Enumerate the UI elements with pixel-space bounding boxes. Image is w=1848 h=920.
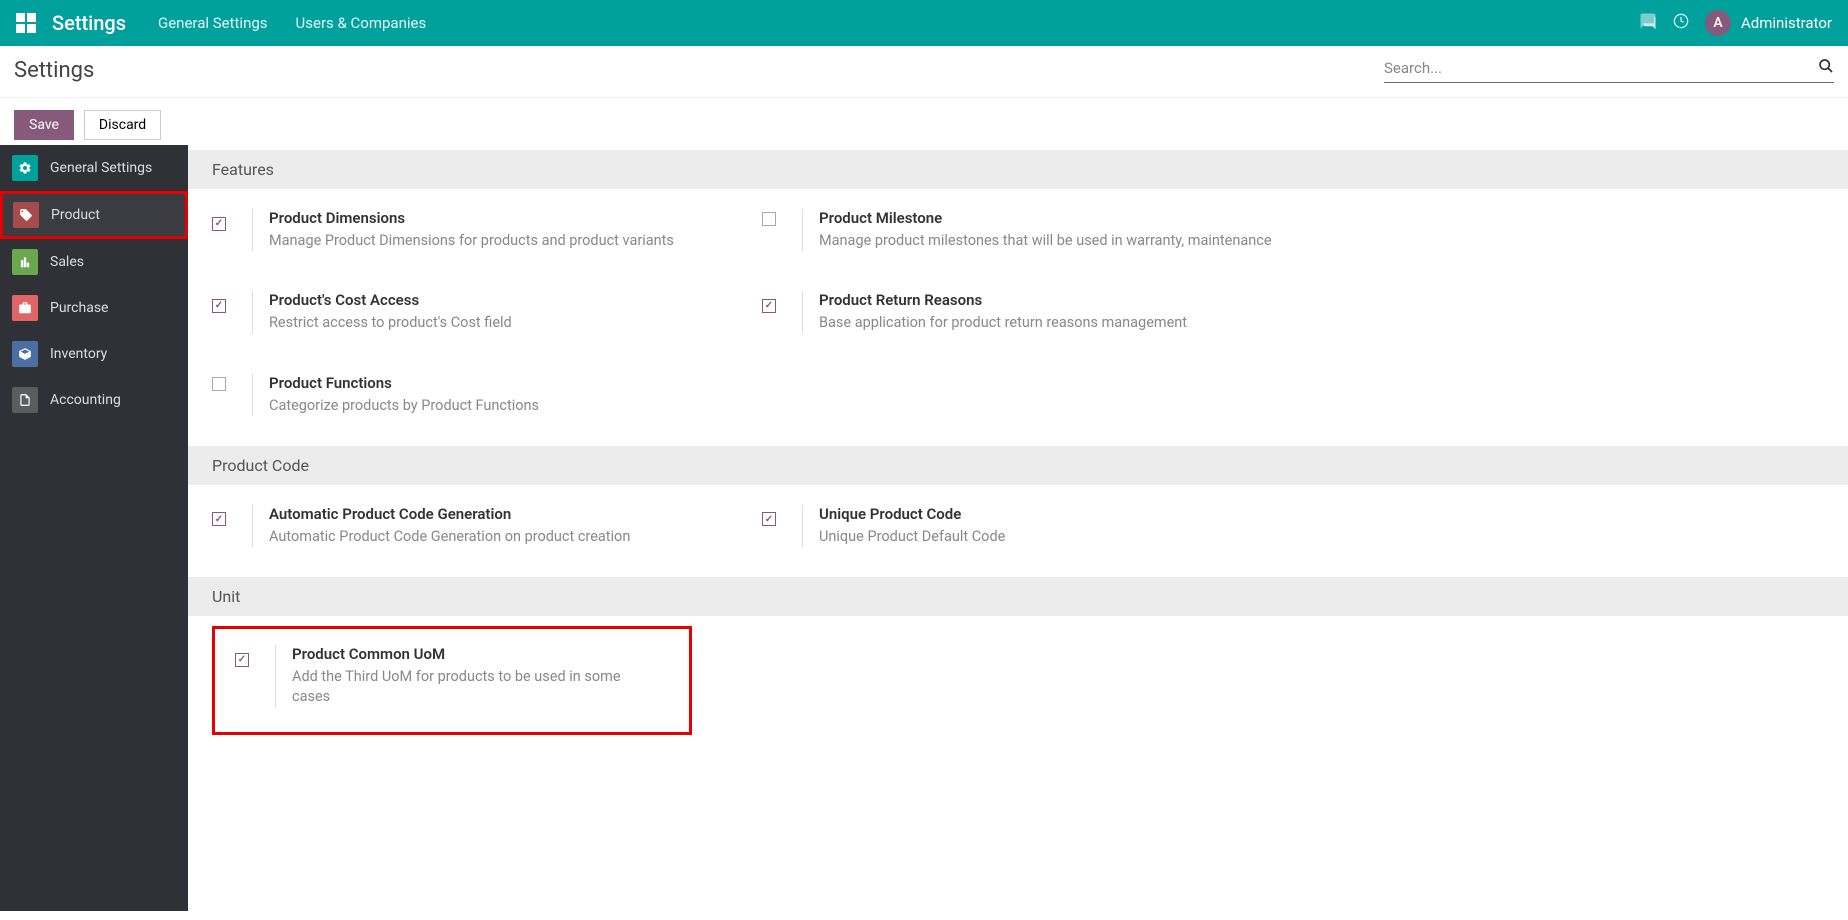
sidebar-item-label: Accounting [50, 392, 121, 408]
save-button[interactable]: Save [14, 110, 74, 140]
sub-header: Settings [0, 46, 1848, 98]
sidebar-item-label: Purchase [50, 300, 108, 316]
setting-title: Product Return Reasons [819, 291, 1292, 309]
tag-icon [13, 202, 39, 228]
setting-title: Unique Product Code [819, 505, 1292, 523]
sidebar-item-sales[interactable]: Sales [0, 239, 188, 285]
setting-product-dimensions: Product Dimensions Manage Product Dimens… [212, 209, 762, 251]
setting-desc: Add the Third UoM for products to be use… [292, 667, 649, 708]
setting-title: Product Functions [269, 374, 742, 392]
search-wrap [1384, 58, 1834, 83]
checkbox[interactable] [212, 377, 226, 391]
avatar[interactable]: A [1705, 10, 1731, 36]
username[interactable]: Administrator [1741, 14, 1832, 32]
setting-title: Product Milestone [819, 209, 1292, 227]
chart-icon [12, 249, 38, 275]
main: General Settings Product Sales Purchase … [0, 150, 1848, 916]
setting-product-milestone: Product Milestone Manage product milesto… [762, 209, 1312, 251]
sidebar-item-inventory[interactable]: Inventory [0, 331, 188, 377]
setting-common-uom: Product Common UoM Add the Third UoM for… [212, 626, 692, 735]
sidebar: General Settings Product Sales Purchase … [0, 145, 188, 911]
product-code-grid: Automatic Product Code Generation Automa… [188, 485, 1848, 577]
section-header-product-code: Product Code [188, 446, 1848, 485]
sidebar-item-purchase[interactable]: Purchase [0, 285, 188, 331]
sidebar-item-product[interactable]: Product [0, 191, 188, 239]
setting-desc: Manage Product Dimensions for products a… [269, 231, 742, 251]
discard-button[interactable]: Discard [84, 110, 161, 140]
setting-desc: Categorize products by Product Functions [269, 396, 742, 416]
checkbox[interactable] [212, 299, 226, 313]
sidebar-item-label: Product [51, 207, 100, 223]
setting-title: Product's Cost Access [269, 291, 742, 309]
search-input[interactable] [1384, 59, 1818, 77]
checkbox[interactable] [762, 212, 776, 226]
sidebar-item-label: General Settings [50, 160, 152, 176]
briefcase-icon [12, 295, 38, 321]
sidebar-item-general-settings[interactable]: General Settings [0, 145, 188, 191]
document-icon [12, 387, 38, 413]
section-header-unit: Unit [188, 577, 1848, 616]
checkbox[interactable] [212, 217, 226, 231]
search-icon[interactable] [1818, 58, 1834, 78]
setting-cost-access: Product's Cost Access Restrict access to… [212, 291, 762, 333]
checkbox[interactable] [212, 512, 226, 526]
setting-title: Automatic Product Code Generation [269, 505, 742, 523]
chat-icon[interactable] [1639, 12, 1657, 34]
setting-title: Product Common UoM [292, 645, 649, 663]
sidebar-item-label: Inventory [50, 346, 107, 362]
setting-desc: Unique Product Default Code [819, 527, 1292, 547]
page-title: Settings [14, 58, 94, 83]
setting-title: Product Dimensions [269, 209, 742, 227]
setting-desc: Base application for product return reas… [819, 313, 1292, 333]
section-header-features: Features [188, 150, 1848, 189]
nav-general-settings[interactable]: General Settings [158, 14, 268, 32]
clock-icon[interactable] [1673, 13, 1689, 33]
checkbox[interactable] [235, 653, 249, 667]
content: Features Product Dimensions Manage Produ… [188, 150, 1848, 916]
setting-unique-code: Unique Product Code Unique Product Defau… [762, 505, 1312, 547]
apps-icon[interactable] [16, 13, 36, 33]
setting-return-reasons: Product Return Reasons Base application … [762, 291, 1312, 333]
setting-product-functions: Product Functions Categorize products by… [212, 374, 762, 416]
checkbox[interactable] [762, 512, 776, 526]
setting-desc: Automatic Product Code Generation on pro… [269, 527, 742, 547]
features-grid: Product Dimensions Manage Product Dimens… [188, 189, 1848, 446]
app-title: Settings [52, 11, 126, 35]
setting-auto-code: Automatic Product Code Generation Automa… [212, 505, 762, 547]
sidebar-item-accounting[interactable]: Accounting [0, 377, 188, 423]
checkbox[interactable] [762, 299, 776, 313]
setting-desc: Manage product milestones that will be u… [819, 231, 1292, 251]
sidebar-item-label: Sales [50, 254, 84, 270]
buttons-row: Save Discard [0, 98, 1848, 150]
box-icon [12, 341, 38, 367]
nav-users-companies[interactable]: Users & Companies [296, 14, 427, 32]
gear-icon [12, 155, 38, 181]
top-header: Settings General Settings Users & Compan… [0, 0, 1848, 46]
setting-desc: Restrict access to product's Cost field [269, 313, 742, 333]
